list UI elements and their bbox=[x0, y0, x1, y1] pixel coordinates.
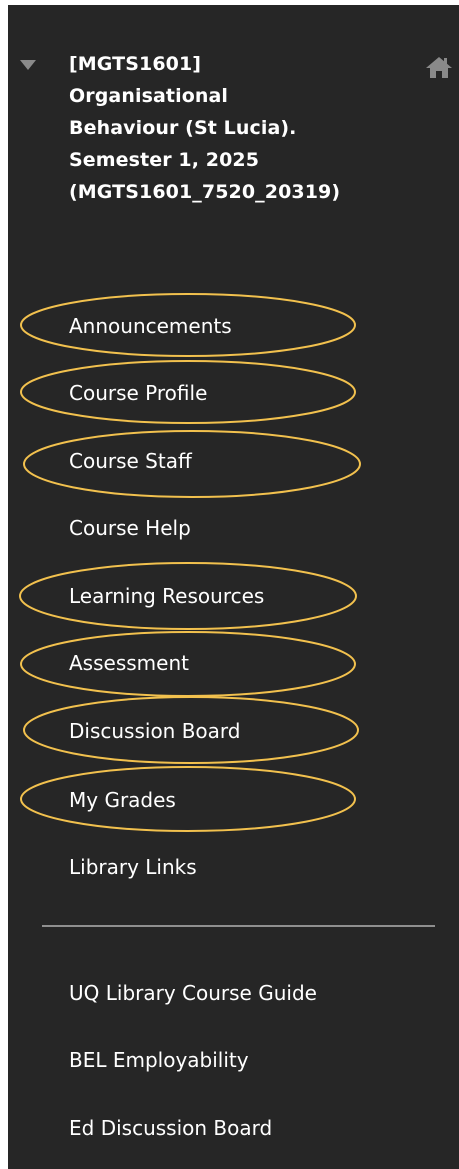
menu-item-announcements[interactable]: Announcements bbox=[69, 307, 232, 345]
menu-divider bbox=[42, 925, 435, 927]
menu-item-learning-resources[interactable]: Learning Resources bbox=[69, 577, 264, 615]
menu-item-discussion-board[interactable]: Discussion Board bbox=[69, 712, 241, 750]
course-title-line: Behaviour (St Lucia). bbox=[69, 117, 297, 139]
course-header: [MGTS1601] Organisational Behaviour (St … bbox=[8, 5, 459, 265]
home-icon[interactable] bbox=[425, 55, 453, 79]
tool-link-uq-library-course-guide[interactable]: UQ Library Course Guide bbox=[69, 974, 317, 1012]
menu-item-library-links[interactable]: Library Links bbox=[69, 848, 197, 886]
course-title-line: Semester 1, 2025 bbox=[69, 149, 260, 171]
menu-item-assessment[interactable]: Assessment bbox=[69, 644, 189, 682]
course-title[interactable]: [MGTS1601] Organisational Behaviour (St … bbox=[69, 48, 419, 208]
menu-item-my-grades[interactable]: My Grades bbox=[69, 781, 176, 819]
tool-link-ed-discussion-board[interactable]: Ed Discussion Board bbox=[69, 1109, 272, 1147]
course-menu-panel: [MGTS1601] Organisational Behaviour (St … bbox=[8, 5, 459, 1169]
menu-item-course-profile[interactable]: Course Profile bbox=[69, 374, 207, 412]
tool-link-bel-employability[interactable]: BEL Employability bbox=[69, 1041, 249, 1079]
course-title-line: Organisational bbox=[69, 85, 229, 107]
menu-item-course-help[interactable]: Course Help bbox=[69, 509, 191, 547]
menu-item-course-staff[interactable]: Course Staff bbox=[69, 442, 192, 480]
caret-down-icon[interactable] bbox=[18, 57, 38, 73]
course-title-line: [MGTS1601] bbox=[69, 53, 202, 75]
course-title-line: (MGTS1601_7520_20319) bbox=[69, 181, 341, 203]
